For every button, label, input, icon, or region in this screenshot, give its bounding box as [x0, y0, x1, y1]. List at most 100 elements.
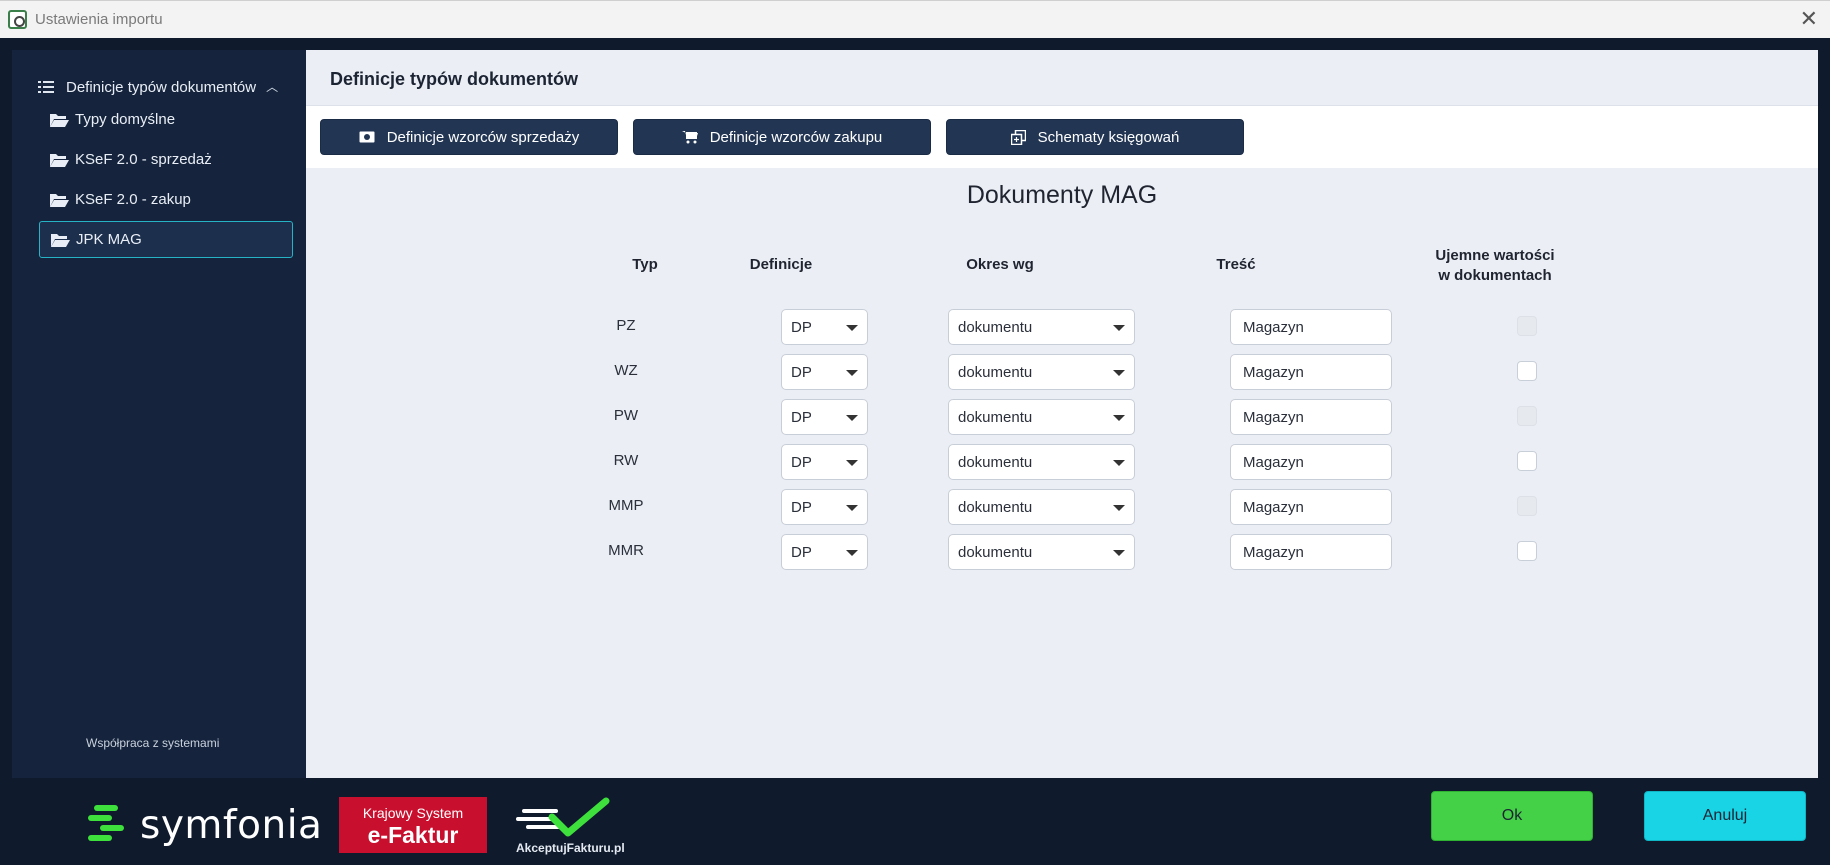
sidebar-item-default-types[interactable]: Typy domyślne — [39, 101, 293, 138]
cancel-button[interactable]: Anuluj — [1644, 791, 1806, 841]
purchase-templates-label: Definicje wzorców zakupu — [709, 128, 883, 146]
period-select-value: dokumentu — [958, 408, 1033, 426]
negative-values-checkbox[interactable] — [1517, 496, 1537, 516]
period-select[interactable]: dokumentu — [948, 444, 1135, 480]
posting-schemes-button[interactable]: Schematy księgowań — [946, 119, 1244, 155]
content-input[interactable] — [1230, 354, 1392, 390]
column-header-ujemne-line2: w dokumentach — [1438, 267, 1552, 284]
close-icon[interactable]: ✕ — [1800, 7, 1818, 31]
main-panel: Definicje typów dokumentów Definicje wzo… — [306, 50, 1818, 778]
negative-values-checkbox[interactable] — [1517, 451, 1537, 471]
definition-select-value: DP — [791, 453, 812, 471]
efaktur-logo: Krajowy System e-Faktur — [339, 797, 487, 853]
caret-down-icon — [1113, 505, 1125, 511]
sidebar-item-label: JPK MAG — [76, 231, 142, 248]
period-select[interactable]: dokumentu — [948, 354, 1135, 390]
caret-down-icon — [1113, 415, 1125, 421]
akceptuj-fakturu-text: AkceptujFakturu.pl — [516, 841, 625, 855]
negative-values-checkbox[interactable] — [1517, 406, 1537, 426]
negative-values-checkbox[interactable] — [1517, 541, 1537, 561]
period-select-value: dokumentu — [958, 363, 1033, 381]
caret-down-icon — [1113, 550, 1125, 556]
dialog-frame: Definicje typów dokumentów ︿ Typy domyśl… — [0, 38, 1830, 865]
period-select[interactable]: dokumentu — [948, 534, 1135, 570]
folder-open-icon — [50, 193, 69, 207]
caret-down-icon — [846, 505, 858, 511]
sales-templates-button[interactable]: Definicje wzorców sprzedaży — [320, 119, 618, 155]
period-select[interactable]: dokumentu — [948, 489, 1135, 525]
caret-down-icon — [1113, 325, 1125, 331]
caret-down-icon — [846, 370, 858, 376]
column-header-definicje: Definicje — [749, 256, 813, 273]
row-type-label: MMR — [608, 542, 644, 559]
window-titlebar: Ustawienia importu ✕ — [0, 0, 1830, 38]
content-input[interactable] — [1230, 399, 1392, 435]
row-type-label: PW — [613, 407, 639, 424]
definition-select[interactable]: DP — [781, 534, 868, 570]
definition-select[interactable]: DP — [781, 309, 868, 345]
row-type-label: WZ — [614, 362, 638, 379]
sidebar: Definicje typów dokumentów ︿ Typy domyśl… — [12, 50, 306, 778]
copy-icon — [1010, 129, 1026, 145]
definition-select-value: DP — [791, 363, 812, 381]
sidebar-item-ksef-purchase[interactable]: KSeF 2.0 - zakup — [39, 181, 293, 218]
toolbar: Definicje wzorców sprzedaży Definicje wz… — [306, 106, 1818, 168]
definition-select-value: DP — [791, 543, 812, 561]
sales-templates-label: Definicje wzorców sprzedaży — [386, 128, 580, 146]
section-title: Dokumenty MAG — [966, 181, 1158, 209]
app-icon — [8, 10, 27, 29]
folder-open-icon — [50, 153, 69, 167]
content-input[interactable] — [1230, 489, 1392, 525]
symfonia-logo: symfonia — [86, 802, 322, 848]
chevron-up-icon[interactable]: ︿ — [266, 78, 278, 95]
page-title: Definicje typów dokumentów — [330, 69, 579, 89]
column-header-typ: Typ — [632, 256, 658, 273]
column-header-ujemne: Ujemne wartości w dokumentach — [1410, 246, 1580, 286]
folder-open-icon — [50, 113, 69, 127]
folder-open-icon — [51, 233, 70, 247]
caret-down-icon — [846, 460, 858, 466]
definition-select[interactable]: DP — [781, 489, 868, 525]
efaktur-line1: Krajowy System — [362, 805, 464, 821]
period-select[interactable]: dokumentu — [948, 309, 1135, 345]
sidebar-item-ksef-sales[interactable]: KSeF 2.0 - sprzedaż — [39, 141, 293, 178]
efaktur-line2: e-Faktur — [367, 822, 459, 848]
checkmark-logo-icon — [516, 797, 610, 837]
content-input[interactable] — [1230, 444, 1392, 480]
caret-down-icon — [846, 325, 858, 331]
negative-values-checkbox[interactable] — [1517, 316, 1537, 336]
ok-button[interactable]: Ok — [1431, 791, 1593, 841]
cooperation-label: Współpraca z systemami — [86, 736, 220, 750]
row-type-label: PZ — [616, 317, 636, 334]
content-input[interactable] — [1230, 534, 1392, 570]
symfonia-wordmark: symfonia — [140, 802, 323, 848]
posting-schemes-label: Schematy księgowań — [1037, 128, 1180, 146]
list-icon — [38, 81, 54, 93]
caret-down-icon — [846, 550, 858, 556]
sidebar-item-label: Typy domyślne — [75, 111, 176, 128]
definition-select-value: DP — [791, 408, 812, 426]
negative-values-checkbox[interactable] — [1517, 361, 1537, 381]
period-select[interactable]: dokumentu — [948, 399, 1135, 435]
caret-down-icon — [846, 415, 858, 421]
main-header: Definicje typów dokumentów — [306, 50, 1818, 106]
window-title: Ustawienia importu — [35, 11, 163, 28]
period-select-value: dokumentu — [958, 318, 1033, 336]
period-select-value: dokumentu — [958, 453, 1033, 471]
akceptuj-fakturu-logo: AkceptujFakturu.pl — [514, 797, 626, 857]
definition-select-value: DP — [791, 498, 812, 516]
sidebar-item-label: KSeF 2.0 - zakup — [75, 191, 191, 208]
period-select-value: dokumentu — [958, 498, 1033, 516]
definition-select[interactable]: DP — [781, 444, 868, 480]
definition-select[interactable]: DP — [781, 399, 868, 435]
column-header-ujemne-line1: Ujemne wartości — [1435, 247, 1555, 264]
sidebar-header-doc-types[interactable]: Definicje typów dokumentów ︿ — [38, 74, 300, 100]
caret-down-icon — [1113, 460, 1125, 466]
money-icon — [359, 131, 375, 143]
definition-select[interactable]: DP — [781, 354, 868, 390]
purchase-templates-button[interactable]: Definicje wzorców zakupu — [633, 119, 931, 155]
sidebar-item-jpk-mag[interactable]: JPK MAG — [39, 221, 293, 258]
column-header-okres: Okres wg — [966, 256, 1034, 273]
sidebar-header-label: Definicje typów dokumentów — [66, 78, 257, 96]
content-input[interactable] — [1230, 309, 1392, 345]
